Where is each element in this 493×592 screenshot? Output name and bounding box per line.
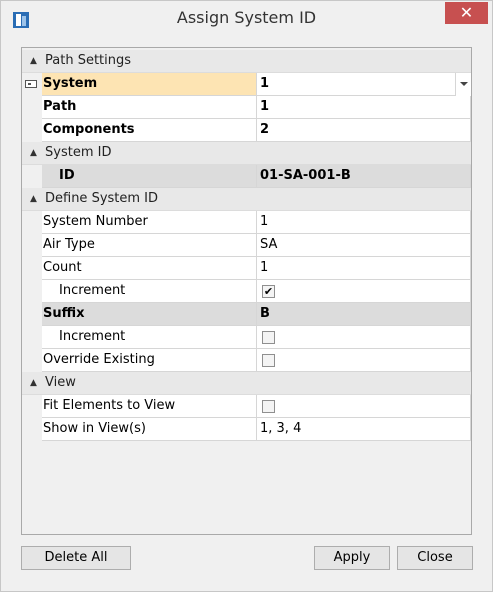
- property-name-override-existing: Override Existing: [42, 349, 257, 372]
- apply-button[interactable]: Apply: [314, 546, 390, 570]
- property-value-fit-elements: [257, 395, 471, 418]
- property-name-count-increment: Increment: [42, 280, 257, 303]
- property-value-system[interactable]: 1: [257, 73, 471, 96]
- property-name-suffix-increment: Increment: [42, 326, 257, 349]
- property-value-id: 01-SA-001-B: [257, 165, 471, 188]
- property-name-suffix: Suffix: [42, 303, 257, 326]
- category-label: Path Settings: [45, 53, 132, 68]
- dialog-window: Assign System ID ✕ ▲ Path Settings Syste…: [0, 0, 493, 592]
- property-name-id: ID: [42, 165, 257, 188]
- property-name-show-in-views: Show in View(s): [42, 418, 257, 441]
- property-name-count: Count: [42, 257, 257, 280]
- chevron-down-icon[interactable]: [455, 73, 471, 96]
- property-value-system-number[interactable]: 1: [257, 211, 471, 234]
- property-row-count-increment[interactable]: Increment ✔: [22, 280, 471, 303]
- property-value-override-existing: [257, 349, 471, 372]
- close-window-button[interactable]: ✕: [445, 2, 488, 24]
- property-row-suffix-increment[interactable]: Increment: [22, 326, 471, 349]
- property-value-count[interactable]: 1: [257, 257, 471, 280]
- count-increment-checkbox[interactable]: ✔: [262, 285, 275, 298]
- category-path-settings[interactable]: ▲ Path Settings: [22, 50, 471, 73]
- collapse-chevron-icon[interactable]: ▲: [30, 377, 37, 389]
- property-name-components: Components: [42, 119, 257, 142]
- property-value-suffix[interactable]: B: [257, 303, 471, 326]
- category-view[interactable]: ▲ View: [22, 372, 471, 395]
- current-row-icon: [25, 80, 37, 88]
- property-value-show-in-views[interactable]: 1, 3, 4: [257, 418, 471, 441]
- property-row-components[interactable]: Components 2: [22, 119, 471, 142]
- property-value-count-increment: ✔: [257, 280, 471, 303]
- property-name-system-number: System Number: [42, 211, 257, 234]
- property-row-suffix[interactable]: Suffix B: [22, 303, 471, 326]
- property-row-system-number[interactable]: System Number 1: [22, 211, 471, 234]
- window-title: Assign System ID: [176, 8, 317, 27]
- category-system-id[interactable]: ▲ System ID: [22, 142, 471, 165]
- property-row-override-existing[interactable]: Override Existing: [22, 349, 471, 372]
- category-label: System ID: [45, 145, 112, 160]
- category-label: Define System ID: [45, 191, 159, 206]
- property-value-path[interactable]: 1: [257, 96, 471, 119]
- property-name-system: System: [42, 73, 257, 96]
- property-value-components[interactable]: 2: [257, 119, 471, 142]
- property-row-show-in-views[interactable]: Show in View(s) 1, 3, 4: [22, 418, 471, 441]
- property-name-fit-elements: Fit Elements to View: [42, 395, 257, 418]
- fit-elements-checkbox[interactable]: [262, 400, 275, 413]
- collapse-chevron-icon[interactable]: ▲: [30, 55, 37, 67]
- property-name-air-type: Air Type: [42, 234, 257, 257]
- collapse-chevron-icon[interactable]: ▲: [30, 193, 37, 205]
- collapse-chevron-icon[interactable]: ▲: [30, 147, 37, 159]
- override-existing-checkbox[interactable]: [262, 354, 275, 367]
- category-define-system-id[interactable]: ▲ Define System ID: [22, 188, 471, 211]
- property-grid: ▲ Path Settings System 1 Path 1 Componen…: [21, 47, 472, 535]
- suffix-increment-checkbox[interactable]: [262, 331, 275, 344]
- property-name-path: Path: [42, 96, 257, 119]
- property-row-id[interactable]: ID 01-SA-001-B: [22, 165, 471, 188]
- close-button[interactable]: Close: [397, 546, 473, 570]
- property-value-air-type[interactable]: SA: [257, 234, 471, 257]
- title-bar[interactable]: Assign System ID ✕: [1, 1, 492, 37]
- property-row-count[interactable]: Count 1: [22, 257, 471, 280]
- property-row-path[interactable]: Path 1: [22, 96, 471, 119]
- property-row-air-type[interactable]: Air Type SA: [22, 234, 471, 257]
- property-value-suffix-increment: [257, 326, 471, 349]
- property-row-system[interactable]: System 1: [22, 73, 471, 96]
- property-row-fit-elements[interactable]: Fit Elements to View: [22, 395, 471, 418]
- delete-all-button[interactable]: Delete All: [21, 546, 131, 570]
- category-label: View: [45, 375, 76, 390]
- row-gutter: [22, 73, 42, 96]
